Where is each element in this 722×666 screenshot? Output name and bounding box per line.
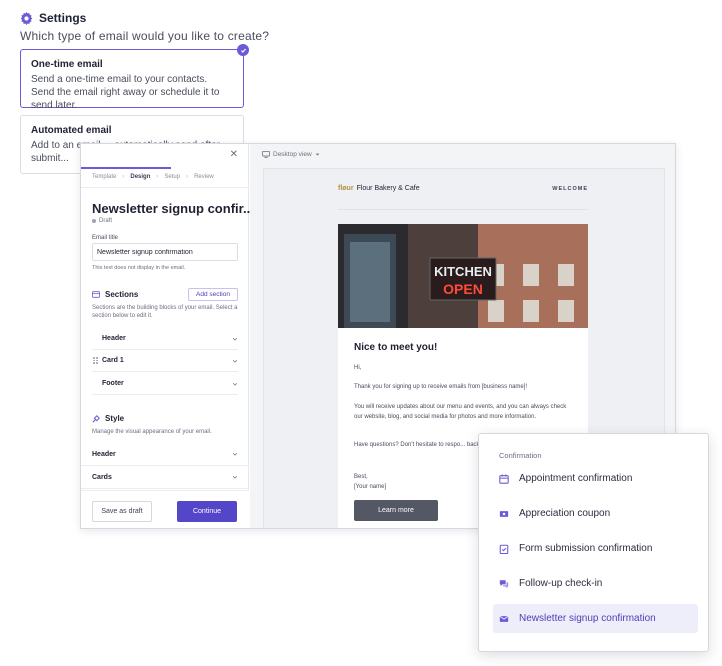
section-row-header[interactable]: Header bbox=[92, 328, 238, 350]
chevron-right-icon: › bbox=[156, 174, 159, 180]
chevron-down-icon bbox=[232, 359, 238, 363]
step-review[interactable]: Review bbox=[194, 174, 214, 180]
template-follow-up-check-in[interactable]: Follow-up check-in bbox=[493, 569, 698, 598]
template-dropdown: Confirmation Appointment confirmation Ap… bbox=[478, 433, 709, 652]
step-progress bbox=[81, 167, 171, 169]
email-name-heading: Newsletter signup confir... bbox=[92, 201, 254, 216]
selected-check-icon bbox=[237, 44, 249, 56]
email-greeting: Nice to meet you! bbox=[354, 342, 438, 353]
step-template[interactable]: Template bbox=[92, 174, 116, 180]
chevron-right-icon: › bbox=[122, 174, 125, 180]
email-paragraph-1: Thank you for signing up to receive emai… bbox=[354, 384, 528, 390]
template-label: Appreciation coupon bbox=[519, 508, 611, 519]
sections-description: Sections are the building blocks of your… bbox=[92, 305, 238, 319]
drag-handle-icon[interactable] bbox=[93, 357, 98, 364]
view-selector[interactable]: Desktop view bbox=[262, 151, 320, 158]
status-dot bbox=[92, 219, 96, 223]
chevron-down-icon bbox=[232, 337, 238, 341]
section-row-footer[interactable]: Footer bbox=[92, 373, 238, 395]
sections-heading-label: Sections bbox=[105, 290, 139, 299]
envelope-icon bbox=[499, 615, 509, 622]
paint-brush-icon bbox=[92, 414, 100, 423]
email-header: fløur Flour Bakery & Cafe WELCOME bbox=[338, 185, 588, 192]
view-label: Desktop view bbox=[273, 151, 312, 158]
card-title: Automated email bbox=[31, 125, 112, 136]
section-label: Header bbox=[102, 335, 126, 342]
style-label: Cards bbox=[92, 473, 112, 481]
coupon-icon bbox=[499, 510, 509, 517]
email-title-helper: This text does not display in the email. bbox=[92, 265, 186, 271]
sections-heading: Sections bbox=[92, 290, 138, 299]
gear-icon bbox=[20, 11, 33, 25]
calendar-icon bbox=[499, 473, 509, 484]
template-newsletter-signup-confirmation[interactable]: Newsletter signup confirmation bbox=[493, 604, 698, 633]
continue-button[interactable]: Continue bbox=[177, 501, 237, 522]
template-label: Newsletter signup confirmation bbox=[519, 613, 656, 624]
brand-logo: fløur bbox=[338, 185, 354, 192]
editor-side-panel: ✕ Template › Design › Setup › Review New… bbox=[81, 144, 254, 528]
template-label: Form submission confirmation bbox=[519, 543, 653, 554]
chevron-down-icon bbox=[232, 475, 238, 479]
desktop-icon bbox=[262, 151, 270, 158]
settings-header: Settings bbox=[20, 11, 86, 25]
email-title-input[interactable] bbox=[92, 243, 238, 261]
chat-icon bbox=[499, 579, 509, 588]
template-appointment-confirmation[interactable]: Appointment confirmation bbox=[493, 464, 698, 493]
sign-top-text: KITCHEN bbox=[434, 264, 492, 279]
welcome-label: WELCOME bbox=[552, 185, 588, 192]
dropdown-heading: Confirmation bbox=[499, 451, 542, 460]
stepper: Template › Design › Setup › Review bbox=[92, 174, 214, 180]
chevron-down-icon bbox=[232, 382, 238, 386]
template-appreciation-coupon[interactable]: Appreciation coupon bbox=[493, 499, 698, 528]
style-label: Header bbox=[92, 450, 116, 458]
settings-title: Settings bbox=[39, 11, 87, 25]
divider bbox=[338, 209, 588, 210]
email-title-label: Email title bbox=[92, 235, 119, 241]
divider bbox=[81, 187, 249, 188]
brand-name: Flour Bakery & Cafe bbox=[356, 185, 420, 192]
add-section-button[interactable]: Add section bbox=[188, 288, 238, 301]
caret-down-icon bbox=[315, 153, 320, 156]
step-design[interactable]: Design bbox=[130, 174, 150, 180]
style-heading-label: Style bbox=[105, 414, 125, 423]
email-salutation: Hi, bbox=[354, 365, 362, 371]
card-title: One-time email bbox=[31, 59, 103, 70]
style-row-header[interactable]: Header bbox=[81, 443, 249, 466]
style-description: Manage the visual appearance of your ema… bbox=[92, 429, 212, 435]
sign-bottom-text: OPEN bbox=[443, 281, 483, 297]
save-draft-button[interactable]: Save as draft bbox=[92, 501, 152, 522]
clipboard-check-icon bbox=[499, 544, 509, 554]
style-heading: Style bbox=[92, 414, 124, 423]
email-paragraph-2: You will receive updates about our menu … bbox=[354, 404, 567, 420]
section-label: Card 1 bbox=[102, 357, 124, 364]
template-label: Follow-up check-in bbox=[519, 578, 603, 589]
editor-footer: Save as draft Continue bbox=[81, 490, 249, 528]
section-row-card[interactable]: Card 1 bbox=[92, 350, 238, 372]
email-type-question: Which type of email would you like to cr… bbox=[20, 29, 270, 43]
template-form-submission-confirmation[interactable]: Form submission confirmation bbox=[493, 534, 698, 563]
template-label: Appointment confirmation bbox=[519, 473, 633, 484]
one-time-email-card[interactable]: One-time email Send a one-time email to … bbox=[20, 44, 249, 111]
status-badge: Draft bbox=[92, 218, 112, 224]
card-description: Send a one-time email to your contacts. … bbox=[31, 74, 220, 111]
close-icon[interactable]: ✕ bbox=[230, 149, 238, 160]
hero-image: KITCHEN OPEN bbox=[338, 224, 588, 328]
learn-more-button[interactable]: Learn more bbox=[354, 500, 438, 521]
chevron-right-icon: › bbox=[186, 174, 189, 180]
style-row-cards[interactable]: Cards bbox=[81, 466, 249, 489]
sections-icon bbox=[92, 291, 100, 298]
section-label: Footer bbox=[102, 380, 124, 387]
brand: fløur Flour Bakery & Cafe bbox=[338, 185, 420, 192]
chevron-down-icon bbox=[232, 452, 238, 456]
step-setup[interactable]: Setup bbox=[164, 174, 180, 180]
status-label: Draft bbox=[99, 218, 113, 224]
